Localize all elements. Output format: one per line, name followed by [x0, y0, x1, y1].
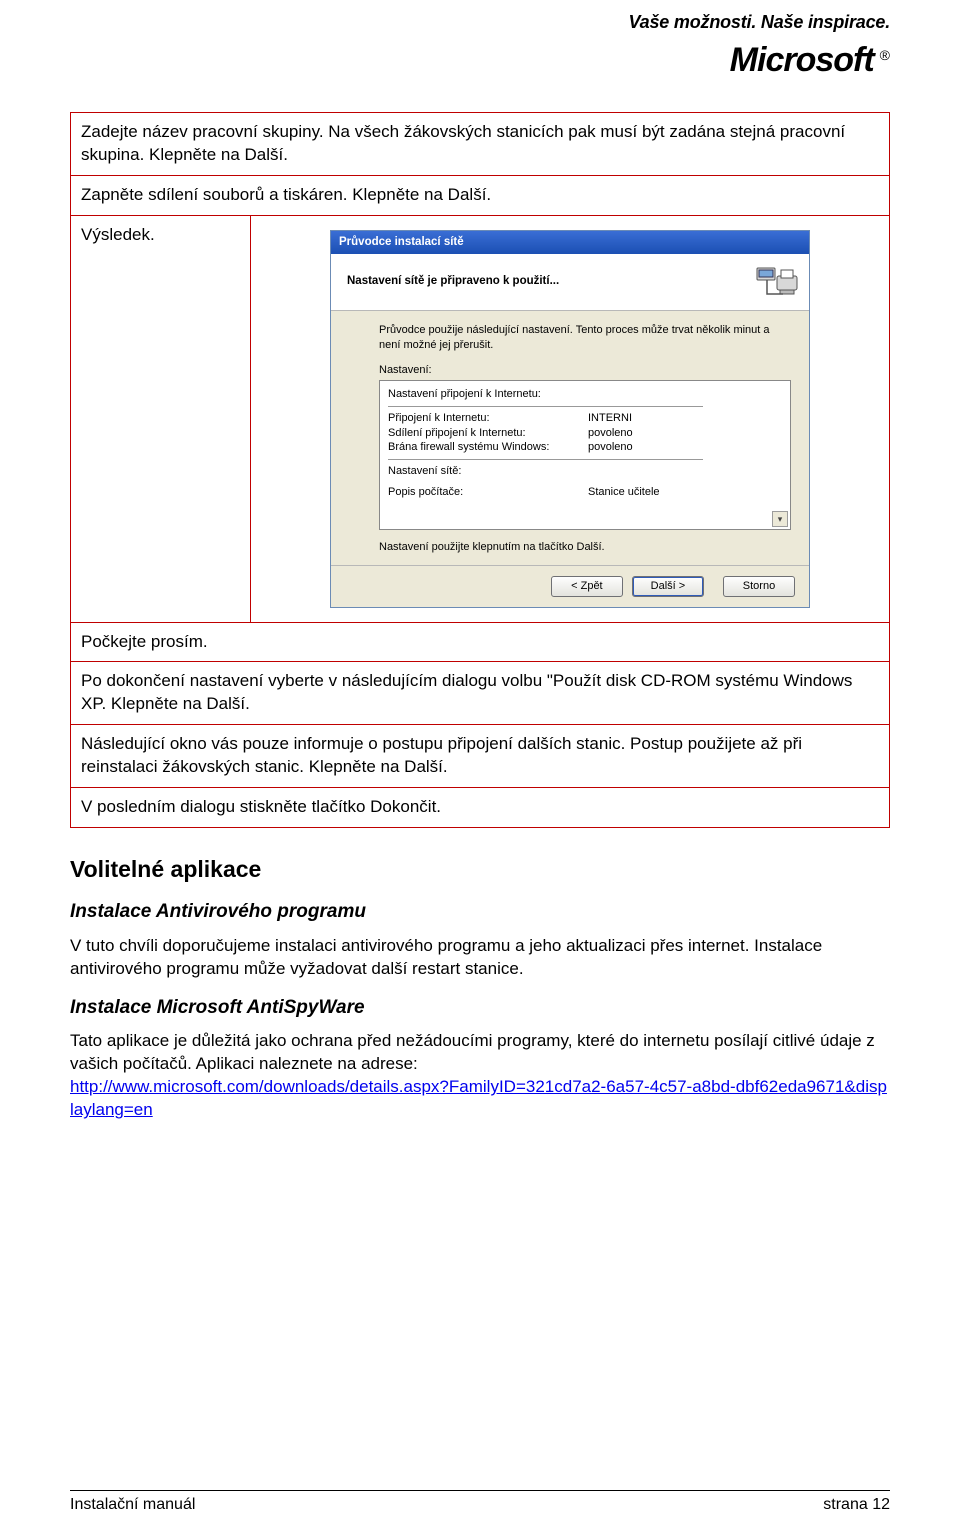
subsection-heading: Instalace Microsoft AntiSpyWare [70, 995, 890, 1021]
section-heading: Volitelné aplikace [70, 854, 890, 885]
step-row: Počkejte prosím. [71, 622, 890, 662]
wizard-body: Průvodce použije následující nastavení. … [331, 311, 809, 564]
paragraph: V tuto chvíli doporučujeme instalaci ant… [70, 935, 890, 981]
wizard-intro: Průvodce použije následující nastavení. … [379, 323, 791, 353]
footer-left: Instalační manuál [70, 1494, 195, 1516]
result-label: Výsledek. [71, 215, 251, 622]
group-title: Nastavení sítě: [388, 464, 782, 479]
microsoft-logo: Microsoft ® [629, 38, 890, 84]
kv-row: Popis počítače: Stanice učitele [388, 485, 782, 500]
scroll-down-icon[interactable]: ▾ [772, 511, 788, 527]
paragraph: Tato aplikace je důležitá jako ochrana p… [70, 1030, 890, 1122]
wizard-heading: Nastavení sítě je připraveno k použití..… [347, 274, 559, 290]
screenshot-cell: Průvodce instalací sítě Nastavení sítě j… [251, 215, 890, 622]
logo-text: Microsoft [730, 38, 874, 84]
network-printer-icon [755, 262, 799, 300]
settings-panel: Nastavení připojení k Internetu: Připoje… [379, 380, 791, 530]
settings-label: Nastavení: [379, 363, 791, 378]
subsection-heading: Instalace Antivirového programu [70, 899, 890, 925]
step-row: Zadejte název pracovní skupiny. Na všech… [71, 113, 890, 176]
download-link[interactable]: http://www.microsoft.com/downloads/detai… [70, 1077, 887, 1119]
step-row: V posledním dialogu stiskněte tlačítko D… [71, 788, 890, 828]
kv-row: Brána firewall systému Windows: povoleno [388, 440, 782, 455]
steps-table: Zadejte název pracovní skupiny. Na všech… [70, 112, 890, 828]
kv-row: Sdílení připojení k Internetu: povoleno [388, 426, 782, 441]
wizard-note: Nastavení použijte klepnutím na tlačítko… [379, 540, 791, 555]
next-button[interactable]: Další > [632, 576, 704, 597]
wizard-titlebar: Průvodce instalací sítě [331, 231, 809, 255]
wizard-button-row: < Zpět Další > Storno [331, 565, 809, 607]
wizard-dialog: Průvodce instalací sítě Nastavení sítě j… [330, 230, 810, 608]
page-footer: Instalační manuál strana 12 [70, 1490, 890, 1516]
cancel-button[interactable]: Storno [723, 576, 795, 597]
kv-row: Připojení k Internetu: INTERNI [388, 411, 782, 426]
step-row: Zapněte sdílení souborů a tiskáren. Klep… [71, 175, 890, 215]
wizard-header: Nastavení sítě je připraveno k použití..… [331, 254, 809, 311]
registered-icon: ® [880, 46, 890, 65]
group-title: Nastavení připojení k Internetu: [388, 387, 782, 402]
step-row: Následující okno vás pouze informuje o p… [71, 725, 890, 788]
footer-right: strana 12 [823, 1494, 890, 1516]
step-row: Po dokončení nastavení vyberte v následu… [71, 662, 890, 725]
page-header: Vaše možnosti. Naše inspirace. Microsoft… [629, 10, 890, 84]
back-button[interactable]: < Zpět [551, 576, 623, 597]
paragraph-text: Tato aplikace je důležitá jako ochrana p… [70, 1031, 875, 1073]
tagline: Vaše možnosti. Naše inspirace. [629, 10, 890, 34]
